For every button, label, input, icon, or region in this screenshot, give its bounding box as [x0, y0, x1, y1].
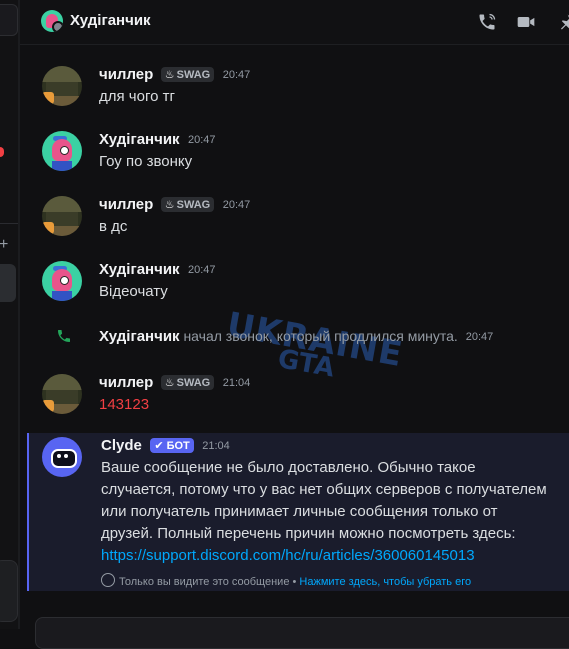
header-avatar[interactable] — [41, 10, 63, 32]
timestamp: 20:47 — [222, 69, 251, 81]
status-indicator — [52, 21, 63, 32]
message[interactable]: чиллер ♨ SWAG 20:47 в дс — [20, 192, 569, 238]
flame-icon: ♨ — [164, 377, 175, 389]
bot-badge: ✔ БОТ — [150, 438, 194, 453]
support-link[interactable]: https://support.discord.com/hc/ru/articl… — [101, 547, 475, 564]
username[interactable]: Clyde — [101, 437, 142, 454]
home-button[interactable] — [0, 4, 18, 36]
clyde-message[interactable]: Clyde ✔ БОТ 21:04 Ваше сообщение не было… — [27, 433, 569, 591]
username[interactable]: Худіганчик — [99, 328, 180, 345]
username[interactable]: чиллер — [99, 196, 153, 213]
user-panel[interactable] — [0, 560, 18, 622]
video-camera-icon[interactable] — [516, 12, 536, 32]
username[interactable]: чиллер — [99, 66, 153, 83]
call-text: начал звонок, который продлился минута. — [183, 328, 458, 344]
username[interactable]: чиллер — [99, 374, 153, 391]
phone-call-icon[interactable] — [477, 12, 497, 32]
avatar[interactable] — [42, 374, 82, 414]
avatar[interactable] — [42, 261, 82, 301]
call-system-message[interactable]: Худіганчик начал звонок, который продлил… — [20, 328, 569, 348]
message-text: в дс — [99, 218, 128, 235]
dismiss-link[interactable]: Нажмите здесь, чтобы убрать его — [299, 576, 471, 588]
message[interactable]: Худіганчик 20:47 Гоу по звонку — [20, 127, 569, 173]
clyde-avatar[interactable] — [42, 437, 82, 477]
username[interactable]: Худіганчик — [99, 261, 180, 278]
message-text: для чого тг — [99, 88, 175, 105]
sidebar-divider — [0, 223, 18, 224]
message[interactable]: Худіганчик 20:47 Відеочату — [20, 257, 569, 303]
timestamp: 20:47 — [188, 264, 216, 276]
message-text: 143123 — [99, 396, 150, 413]
server-tag[interactable]: ♨ SWAG — [160, 67, 215, 82]
pin-icon[interactable] — [556, 12, 569, 32]
avatar[interactable] — [42, 66, 82, 106]
message-input[interactable] — [35, 617, 569, 649]
message-list: UKRAINE GTA чиллер ♨ SWAG 20:47 для чого … — [20, 45, 569, 592]
selected-dm-item[interactable] — [0, 264, 16, 302]
server-tag[interactable]: ♨ SWAG — [160, 375, 215, 390]
ephemeral-note: Только вы видите это сообщение • Нажмите… — [101, 573, 471, 588]
channel-header: Худіганчик — [20, 0, 569, 45]
avatar[interactable] — [42, 131, 82, 171]
server-sidebar: + — [0, 0, 18, 629]
timestamp: 21:04 — [202, 440, 230, 452]
message[interactable]: чиллер ♨ SWAG 21:04 143123 — [20, 370, 569, 416]
eye-icon — [101, 573, 115, 587]
username[interactable]: Худіганчик — [99, 131, 180, 148]
add-icon[interactable]: + — [0, 236, 8, 254]
timestamp: 20:47 — [465, 331, 494, 343]
server-tag[interactable]: ♨ SWAG — [160, 197, 215, 212]
avatar[interactable] — [42, 196, 82, 236]
channel-title[interactable]: Худіганчик — [70, 12, 151, 29]
timestamp: 21:04 — [222, 377, 251, 389]
timestamp: 20:47 — [222, 199, 251, 211]
message[interactable]: чиллер ♨ SWAG 20:47 для чого тг — [20, 62, 569, 108]
flame-icon: ♨ — [164, 69, 175, 81]
message-text: Відеочату — [99, 283, 168, 300]
flame-icon: ♨ — [164, 199, 175, 211]
timestamp: 20:47 — [188, 134, 216, 146]
phone-icon — [56, 328, 72, 344]
message-text: Гоу по звонку — [99, 153, 193, 170]
message-text: Ваше сообщение не было доставлено. Обычн… — [101, 459, 547, 542]
notification-badge — [0, 147, 4, 157]
